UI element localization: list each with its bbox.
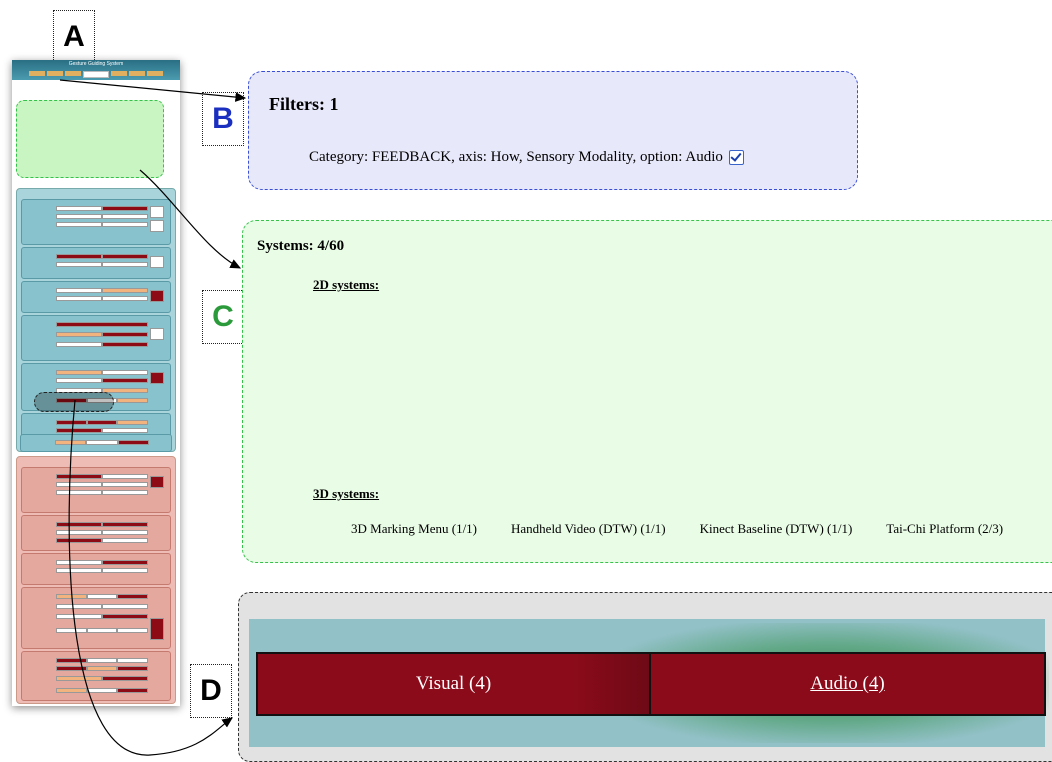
thumbnail-group: [21, 587, 171, 649]
systems-3d-heading: 3D systems:: [313, 486, 380, 501]
thumbnail-group: [21, 281, 171, 313]
callout-c-label: C: [202, 290, 244, 344]
system-item[interactable]: Kinect Baseline (DTW) (1/1): [700, 521, 853, 537]
active-filter-label: Category: FEEDBACK, axis: How, Sensory M…: [309, 149, 723, 165]
callout-a-label: A: [53, 10, 95, 64]
filters-panel: Filters: 1 Category: FEEDBACK, axis: How…: [248, 71, 858, 190]
modality-zoom-panel: Visual (4) Audio (4): [238, 592, 1052, 762]
modality-cell-audio[interactable]: Audio (4): [649, 652, 1046, 716]
thumbnail-group: [21, 515, 171, 551]
thumbnail-section-red: [16, 456, 176, 704]
thumbnail-tab[interactable]: [129, 71, 145, 76]
callout-b-label: B: [202, 92, 244, 146]
filters-title: Filters: 1: [269, 94, 339, 114]
modality-cell-audio-label: Audio (4): [810, 673, 885, 694]
thumbnail-tab-selected[interactable]: [83, 71, 109, 78]
system-item[interactable]: Tai-Chi Platform (2/3): [886, 521, 1003, 537]
systems-3d-list: 3D Marking Menu (1/1) Handheld Video (DT…: [351, 521, 1003, 537]
systems-2d-heading: 2D systems:: [313, 277, 380, 292]
highlight-oval: [34, 392, 114, 412]
thumbnail-title: Gesture Guiding System: [68, 61, 124, 67]
page-overview-thumbnail: Gesture Guiding System: [12, 60, 180, 706]
thumbnail-group: [21, 199, 171, 245]
modality-cell-visual-label: Visual (4): [415, 673, 492, 694]
thumbnail-tab[interactable]: [29, 71, 45, 76]
thumbnail-tab[interactable]: [65, 71, 81, 76]
systems-title: Systems: 4/60: [257, 238, 345, 254]
thumbnail-group: [21, 651, 171, 701]
thumbnail-tab[interactable]: [47, 71, 63, 76]
filter-checkbox[interactable]: [728, 150, 744, 165]
thumbnail-header: Gesture Guiding System: [12, 60, 180, 80]
active-filter: Category: FEEDBACK, axis: How, Sensory M…: [309, 149, 744, 166]
system-item[interactable]: Handheld Video (DTW) (1/1): [511, 521, 666, 537]
thumbnail-group: [21, 247, 171, 279]
thumbnail-group: [20, 434, 172, 452]
system-item[interactable]: 3D Marking Menu (1/1): [351, 521, 477, 537]
thumbnail-tab[interactable]: [111, 71, 127, 76]
systems-panel: Systems: 4/60 2D systems: 3D systems: 3D…: [242, 220, 1052, 563]
thumbnail-tab[interactable]: [147, 71, 163, 76]
modality-cell-visual[interactable]: Visual (4): [256, 652, 651, 716]
thumbnail-systems-panel: [16, 100, 164, 178]
callout-d-label: D: [190, 664, 232, 718]
thumbnail-group: [21, 553, 171, 585]
thumbnail-section-teal: [16, 188, 176, 452]
thumbnail-group: [21, 467, 171, 513]
thumbnail-group: [21, 315, 171, 361]
thumbnail-tabs: [12, 71, 180, 78]
